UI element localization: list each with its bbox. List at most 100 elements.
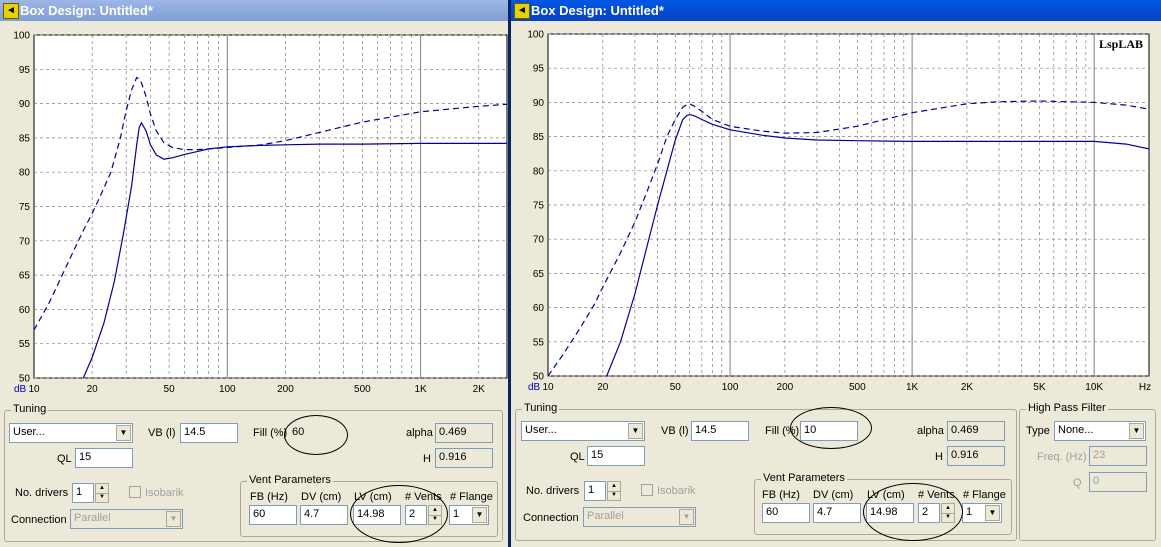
y-tick-label: 90 [19,99,31,110]
connection-select[interactable]: Parallel ▼ [583,507,696,527]
y-tick-label: 55 [19,339,31,350]
drivers-input[interactable]: 1 [72,483,94,503]
connection-select[interactable]: Parallel ▼ [70,509,183,529]
drivers-spinner[interactable]: ▲ ▼ [95,483,109,503]
isobarik-checkbox[interactable] [129,486,141,498]
window-title: Box Design: Untitled* [531,3,664,18]
frequency-response-chart: 10095908580757065605550dB 10 20 50 100 200 500… [13,31,508,395]
dv-input[interactable]: 4.7 [813,503,861,523]
parameters-panel: Tuning User... ▼ VB (l) 14.5 Fill (%) 60… [0,401,508,547]
x-tick-label: 20 [597,382,609,393]
connection-label: Connection [11,514,67,526]
connection-value: Parallel [74,512,111,524]
flange-select[interactable]: 1 ▼ [962,503,1002,523]
x-tick-label: Hz [1139,382,1151,393]
x-tick-label: 50 [164,384,176,395]
title-bar[interactable]: ◄ Box Design: Untitled* [511,0,1161,21]
y-tick-label: 70 [533,235,545,246]
fb-input[interactable]: 60 [762,503,810,523]
app-speaker-icon: ◄ [514,3,530,19]
drivers-input[interactable]: 1 [584,481,606,501]
chevron-down-icon[interactable]: ▼ [1129,423,1144,439]
x-tick-label: 500 [849,382,866,393]
isobarik-checkbox[interactable] [641,484,653,496]
lsplab-watermark: LspLAB [1099,37,1143,51]
y-tick-label: 80 [19,168,31,179]
y-unit-label: dB [14,384,27,395]
fill-label: Fill (%) [253,427,288,439]
tuning-mode-select[interactable]: User... ▼ [9,423,133,443]
window-title: Box Design: Untitled* [20,3,153,18]
vent-group-label: Vent Parameters [761,472,847,484]
lv-vents-highlight-oval [863,483,963,541]
alpha-label: alpha [917,425,944,437]
vb-input[interactable]: 14.5 [691,421,749,441]
y-unit-label: dB [528,382,541,393]
chevron-down-icon[interactable]: ▼ [679,509,694,525]
tuning-mode-value: User... [525,424,557,436]
dv-label: DV (cm) [813,489,854,501]
y-tick-label: 85 [19,133,31,144]
flange-value: 1 [453,508,460,520]
y-tick-label: 95 [19,65,31,76]
hpf-freq-input[interactable]: 23 [1089,446,1147,466]
alpha-value: 0.469 [435,423,493,443]
hpf-q-input[interactable]: 0 [1089,472,1147,492]
dv-input[interactable]: 4.7 [300,505,348,525]
hpf-type-select[interactable]: None... ▼ [1054,421,1146,441]
x-tick-label: 1K [906,382,919,393]
app-speaker-icon: ◄ [3,3,19,19]
h-value: 0.916 [435,448,493,468]
frequency-response-chart: 10095908580757065605550dB 10 20 50 100 200 500… [527,30,1151,394]
fb-input[interactable]: 60 [249,505,297,525]
x-tick-label: 20 [87,384,99,395]
fb-label: FB (Hz) [250,491,288,503]
vent-group-label: Vent Parameters [247,474,333,486]
drivers-spinner[interactable]: ▲ ▼ [607,481,621,501]
flange-select[interactable]: 1 ▼ [449,505,489,525]
ql-label: QL [570,451,585,463]
chevron-down-icon[interactable]: ▼ [166,511,181,527]
spin-down-icon[interactable]: ▼ [608,491,620,500]
ql-input[interactable]: 15 [587,446,645,466]
tuning-mode-value: User... [13,426,45,438]
drivers-label: No. drivers [526,485,580,497]
title-bar[interactable]: ◄ Box Design: Untitled* [0,0,508,21]
flange-label: # Flange [450,491,493,503]
y-tick-label: 90 [533,98,545,109]
response-chart-area: 100 95 90 85 80 75 70 65 60 55 50 dB 10 20 50 100 200 500… [0,21,508,401]
hpf-freq-label: Freq. (Hz) [1037,451,1087,463]
y-tick-label: 60 [19,305,31,316]
box-design-window-2: ◄ Box Design: Untitled* 100 95 90 85 80 75 70 6… [508,0,1161,547]
x-tick-label: 1K [414,384,427,395]
h-label: H [423,453,431,465]
isobarik-label: Isobarik [145,487,184,499]
y-tick-label: 55 [533,337,545,348]
y-tick-label: 100 [13,31,30,42]
chevron-down-icon[interactable]: ▼ [116,425,131,441]
y-tick-label: 65 [533,269,545,280]
flange-value: 1 [966,506,973,518]
chevron-down-icon[interactable]: ▼ [985,505,1000,521]
connection-label: Connection [523,512,579,524]
tuning-mode-select[interactable]: User... ▼ [521,421,645,441]
y-tick-label: 65 [19,271,31,282]
x-tick-label: 100 [722,382,739,393]
ql-input[interactable]: 15 [75,448,133,468]
chevron-down-icon[interactable]: ▼ [628,423,643,439]
y-tick-label: 85 [533,132,545,143]
x-tick-label: 2K [473,384,486,395]
x-tick-label: 10K [1085,382,1103,393]
alpha-value: 0.469 [947,421,1005,441]
response-chart-area: 100 95 90 85 80 75 70 65 60 55 50 dB 10 20 50 100 200 500… [511,21,1161,401]
x-tick-label: 200 [277,384,294,395]
fill-highlight-oval [790,407,872,449]
isobarik-label: Isobarik [657,485,696,497]
vb-input[interactable]: 14.5 [180,423,238,443]
spin-down-icon[interactable]: ▼ [96,493,108,502]
y-tick-label: 100 [527,30,544,41]
hpf-type-label: Type [1026,425,1050,437]
chevron-down-icon[interactable]: ▼ [472,507,487,523]
y-tick-label: 80 [533,166,545,177]
vb-label: VB (l) [661,425,689,437]
